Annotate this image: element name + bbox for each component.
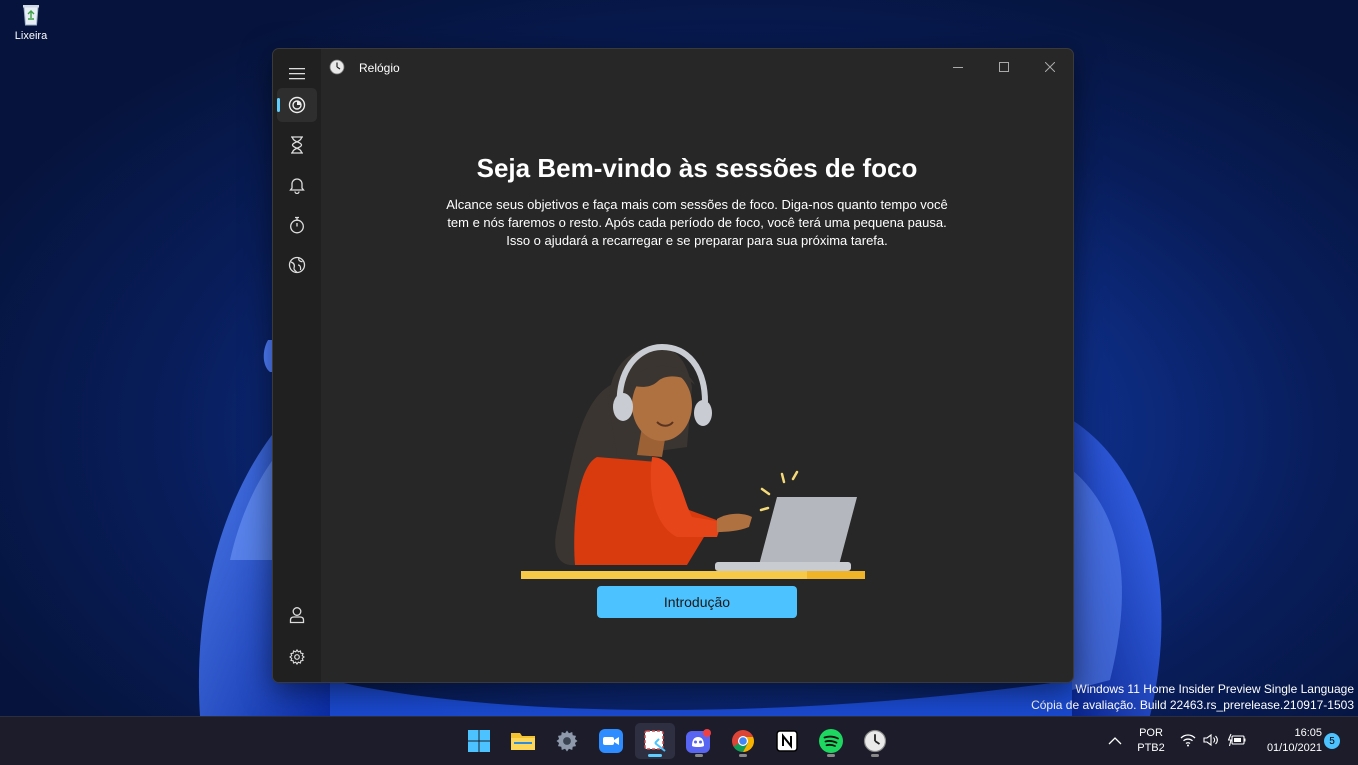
nav-stopwatch[interactable] (277, 208, 317, 242)
watermark-edition: Windows 11 Home Insider Preview Single L… (1075, 682, 1354, 696)
snipping-tool-icon (644, 730, 666, 752)
page-heading: Seja Bem-vindo às sessões de foco (476, 153, 918, 183)
chrome-icon (732, 730, 754, 752)
bell-icon (289, 178, 305, 194)
keyboard-layout: PTB2 (1137, 742, 1165, 754)
focus-illustration (521, 343, 865, 579)
focus-sessions-page: Seja Bem-vindo às sessões de foco Alcanc… (321, 87, 1073, 682)
nav-timer[interactable] (277, 128, 317, 162)
taskbar-notion[interactable] (767, 723, 807, 759)
taskbar-clock[interactable] (855, 723, 895, 759)
nav-focus-sessions[interactable] (277, 88, 317, 122)
recycle-bin-shortcut[interactable]: Lixeira (8, 2, 54, 42)
recycle-bin-label: Lixeira (14, 30, 48, 42)
stopwatch-icon (290, 216, 304, 234)
start-button[interactable] (459, 723, 499, 759)
taskbar-date: 01/10/2021 (1266, 742, 1322, 754)
recycle-bin-icon (20, 2, 42, 26)
input-language-indicator[interactable]: POR PTB2 (1134, 726, 1168, 756)
taskbar-time: 16:05 (1294, 727, 1322, 739)
maximize-icon (999, 62, 1009, 72)
clock-date-button[interactable]: 16:05 01/10/2021 (1256, 726, 1322, 756)
speaker-icon (1203, 733, 1218, 747)
active-indicator (648, 754, 662, 757)
taskbar-settings[interactable] (547, 723, 587, 759)
clock-app-window: Relógio Seja Bem-vindo às sessões de foc… (272, 48, 1074, 683)
globe-icon (288, 256, 306, 274)
page-description: Alcance seus objetivos e faça mais com s… (425, 196, 969, 250)
focus-icon (288, 96, 306, 114)
description-line: tem e nós faremos o resto. Após cada per… (447, 215, 947, 230)
nav-settings[interactable] (277, 640, 317, 674)
build-watermark: Windows 11 Home Insider Preview Single L… (1031, 681, 1354, 713)
clock-icon (863, 729, 887, 753)
description-line: Alcance seus objetivos e faça mais com s… (446, 197, 948, 212)
settings-gear-icon (556, 730, 578, 752)
navigation-pane (273, 49, 321, 682)
battery-status[interactable] (1227, 733, 1246, 752)
nav-world-clock[interactable] (277, 248, 317, 282)
zoom-icon (599, 729, 623, 753)
nav-alarm[interactable] (277, 168, 317, 202)
maximize-button[interactable] (981, 55, 1027, 79)
running-indicator (739, 754, 747, 757)
taskbar-snipping-tool[interactable] (635, 723, 675, 759)
window-title: Relógio (359, 61, 400, 75)
watermark-build: Cópia de avaliação. Build 22463.rs_prere… (1031, 698, 1354, 712)
taskbar-zoom[interactable] (591, 723, 631, 759)
running-indicator (695, 754, 703, 757)
minimize-icon (953, 67, 963, 68)
taskbar-chrome[interactable] (723, 723, 763, 759)
taskbar-file-explorer[interactable] (503, 723, 543, 759)
hourglass-icon (291, 136, 303, 154)
wifi-status[interactable] (1180, 733, 1196, 752)
wifi-icon (1180, 734, 1196, 747)
volume-status[interactable] (1203, 733, 1219, 752)
show-hidden-icons-button[interactable] (1108, 733, 1122, 751)
spotify-icon (819, 729, 843, 753)
discord-icon (686, 729, 711, 753)
clock-app-icon (329, 59, 345, 75)
folder-icon (511, 733, 535, 750)
notion-icon (776, 730, 798, 752)
close-icon (1045, 62, 1055, 72)
running-indicator (871, 754, 879, 757)
minimize-button[interactable] (935, 55, 981, 79)
gear-icon (289, 649, 305, 665)
nav-account[interactable] (277, 598, 317, 632)
title-bar[interactable]: Relógio (273, 49, 1073, 87)
close-button[interactable] (1027, 55, 1073, 79)
taskbar-discord[interactable] (679, 723, 719, 759)
battery-charging-icon (1227, 733, 1246, 747)
description-line: Isso o ajudará a recarregar e se prepara… (506, 233, 888, 248)
notification-badge[interactable]: 5 (1324, 733, 1340, 749)
taskbar-spotify[interactable] (811, 723, 851, 759)
windows-logo-icon (468, 730, 490, 752)
running-indicator (827, 754, 835, 757)
language-code: POR (1139, 727, 1163, 739)
taskbar: POR PTB2 16:05 01/10/2021 5 (0, 716, 1358, 765)
get-started-button[interactable]: Introdução (597, 586, 797, 618)
chevron-up-icon (1108, 737, 1122, 745)
person-icon (289, 607, 305, 624)
